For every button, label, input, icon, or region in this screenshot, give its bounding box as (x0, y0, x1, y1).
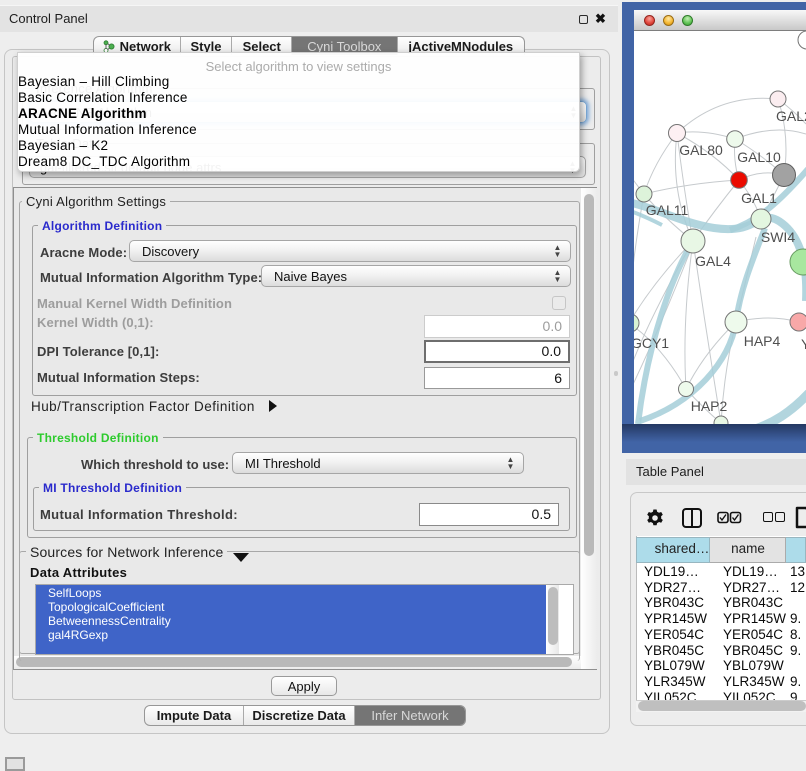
svg-text:SWI4: SWI4 (761, 229, 795, 245)
svg-text:GAL4: GAL4 (695, 253, 731, 269)
svg-text:GAL2: GAL2 (776, 108, 806, 124)
svg-text:GCY1: GCY1 (634, 335, 669, 351)
svg-text:Y: Y (801, 336, 806, 352)
svg-text:GAL10: GAL10 (737, 149, 781, 165)
svg-text:HAP2: HAP2 (691, 398, 728, 414)
svg-text:HAP4: HAP4 (744, 333, 781, 349)
svg-text:GAL1: GAL1 (741, 190, 777, 206)
svg-text:GAL80: GAL80 (679, 142, 723, 158)
svg-text:GAL11: GAL11 (646, 202, 689, 218)
